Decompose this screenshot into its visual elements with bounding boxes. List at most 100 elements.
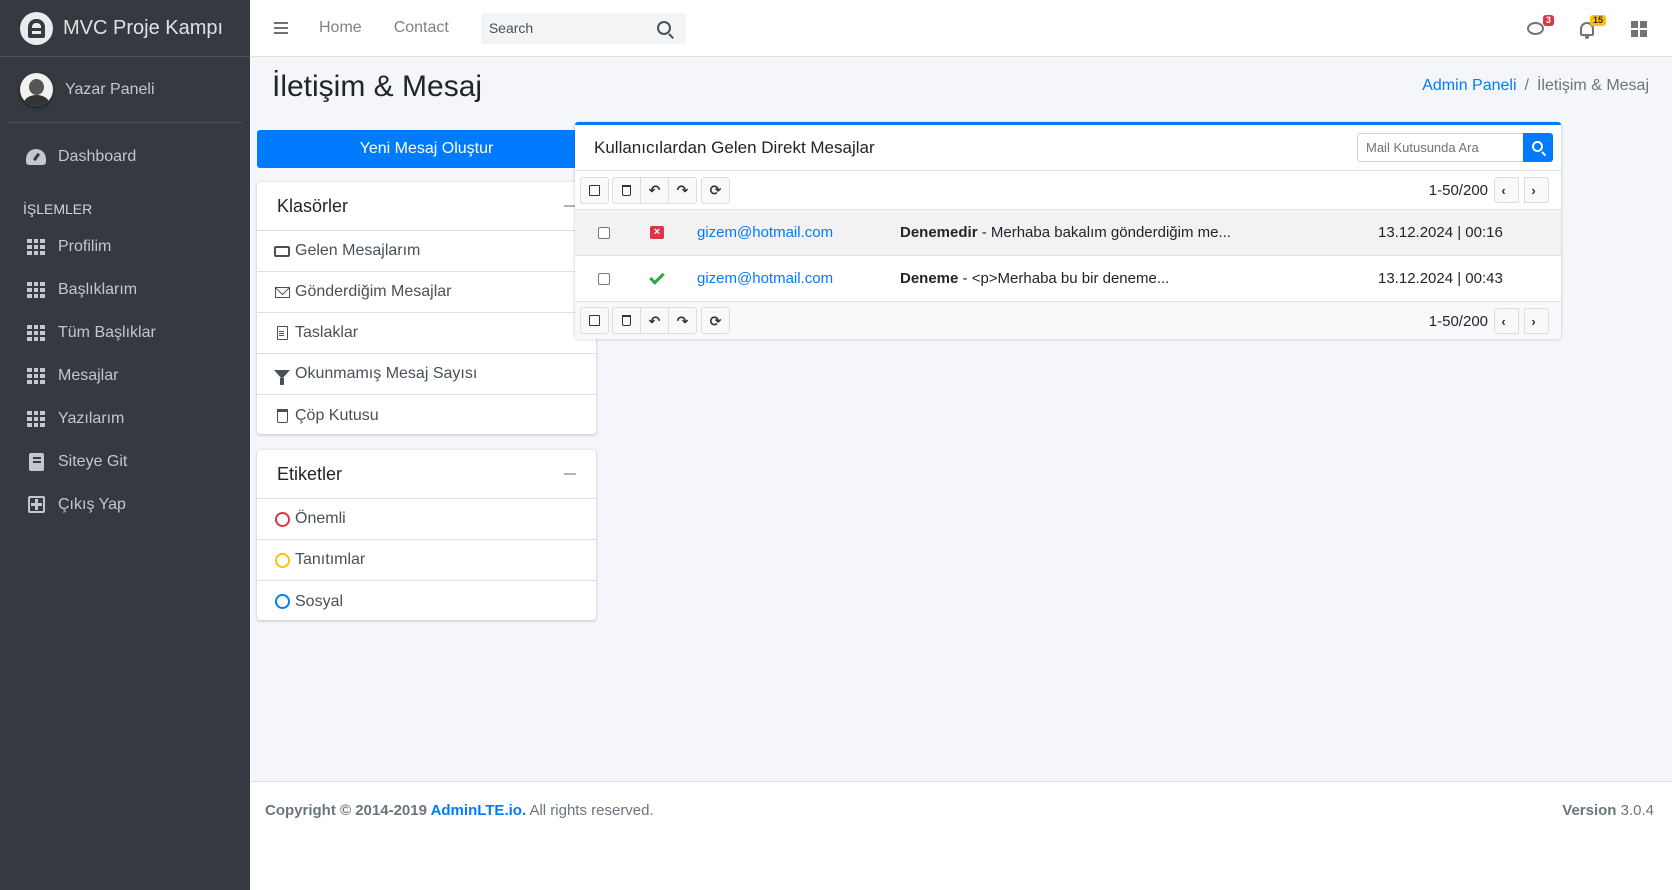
collapse-minus-icon[interactable] <box>564 473 576 475</box>
reply-button[interactable]: ↶ <box>640 307 669 334</box>
sidebar-item-yazilarim[interactable]: Yazılarım <box>8 398 242 439</box>
nav-link-home[interactable]: Home <box>319 19 362 37</box>
sidebar-item-label: Siteye Git <box>58 452 128 470</box>
forward-button[interactable]: ↷ <box>668 176 697 204</box>
reply-icon: ↶ <box>648 312 661 329</box>
label-promotions[interactable]: Tanıtımlar <box>257 540 596 581</box>
compose-button[interactable]: Yeni Mesaj Oluştur <box>257 130 596 168</box>
grid-icon <box>26 367 46 385</box>
trash-icon <box>622 184 631 196</box>
sidebar-item-label: Dashboard <box>58 147 137 165</box>
table-row[interactable]: × gizem@hotmail.com Denemedir - Merhaba … <box>575 209 1561 255</box>
refresh-button[interactable]: ⟳ <box>701 307 730 334</box>
folder-label: Gelen Mesajlarım <box>295 242 421 259</box>
labels-card-header: Etiketler <box>257 450 596 499</box>
file-icon <box>274 325 290 341</box>
folder-unread[interactable]: Okunmamış Mesaj Sayısı <box>257 354 596 395</box>
forward-button[interactable]: ↷ <box>668 307 697 334</box>
sidebar-item-mesajlar[interactable]: Mesajlar <box>8 355 242 396</box>
comments-icon <box>1526 22 1544 35</box>
grid-icon <box>26 238 46 256</box>
navbar-search-input[interactable] <box>480 20 651 36</box>
sidebar-item-label: Mesajlar <box>58 366 119 384</box>
messages-badge: 3 <box>1542 14 1554 26</box>
mail-subject-title: Denemedir <box>900 224 978 241</box>
circle-icon <box>274 511 290 527</box>
breadcrumb-link[interactable]: Admin Paneli <box>1422 77 1516 94</box>
label-text: Tanıtımlar <box>295 551 366 568</box>
menu-toggle-icon[interactable] <box>274 22 288 34</box>
row-checkbox[interactable] <box>598 272 610 285</box>
sidebar-item-basliklarim[interactable]: Başlıklarım <box>8 269 242 310</box>
envelope-icon <box>274 284 290 300</box>
square-icon <box>589 184 600 196</box>
grid-icon <box>26 281 46 299</box>
share-icon: ↷ <box>676 182 689 198</box>
label-important[interactable]: Önemli <box>257 499 596 540</box>
mailbox-card: Kullanıcılardan Gelen Direkt Mesajlar ↶ … <box>575 122 1561 339</box>
mail-sender[interactable]: gizem@hotmail.com <box>697 224 833 241</box>
refresh-icon: ⟳ <box>709 312 722 329</box>
label-social[interactable]: Sosyal <box>257 581 596 622</box>
folder-trash[interactable]: Çöp Kutusu <box>257 395 596 436</box>
delete-button[interactable] <box>612 307 641 334</box>
mailbox-toolbar-bottom: ↶ ↷ ⟳ 1-50/200 ‹ › <box>575 301 1561 339</box>
folder-sent[interactable]: Gönderdiğim Mesajlar <box>257 272 596 313</box>
brand-link[interactable]: MVC Proje Kampı <box>0 0 250 57</box>
sidebar-item-label: Çıkış Yap <box>58 495 126 513</box>
rights-text: All rights reserved. <box>526 802 654 819</box>
nav-link-contact[interactable]: Contact <box>394 19 449 37</box>
search-icon[interactable] <box>656 21 671 35</box>
version-label: Version <box>1562 802 1617 819</box>
sidebar-item-siteye-git[interactable]: Siteye Git <box>8 441 242 482</box>
sidebar-item-tum-basliklar[interactable]: Tüm Başlıklar <box>8 312 242 353</box>
folder-drafts[interactable]: Taslaklar <box>257 313 596 354</box>
pagination: 1-50/200 ‹ › <box>1429 177 1555 203</box>
refresh-button[interactable]: ⟳ <box>701 176 730 204</box>
mail-sender[interactable]: gizem@hotmail.com <box>697 270 833 287</box>
circle-icon <box>274 552 290 568</box>
mailbox-search-button[interactable] <box>1523 133 1553 162</box>
folder-inbox[interactable]: Gelen Mesajlarım <box>257 231 596 272</box>
circle-icon <box>274 594 290 610</box>
brand-logo-icon <box>20 11 53 45</box>
notifications-dropdown[interactable]: 15 <box>1576 14 1606 39</box>
folder-label: Okunmamış Mesaj Sayısı <box>295 365 478 382</box>
mail-date: 13.12.2024 | 00:43 <box>1378 270 1503 287</box>
status-unread-icon: × <box>650 226 664 240</box>
folders-card-header: Klasörler <box>257 182 596 231</box>
sidebar-item-dashboard[interactable]: Dashboard <box>8 136 242 177</box>
mailbox-search <box>1357 133 1553 162</box>
sidebar-item-profilim[interactable]: Profilim <box>8 226 242 267</box>
row-checkbox[interactable] <box>598 226 610 239</box>
square-icon <box>589 315 600 326</box>
reply-button[interactable]: ↶ <box>640 176 669 204</box>
footer-brand-link[interactable]: AdminLTE.io. <box>431 802 527 819</box>
chevron-left-icon: ‹ <box>1501 313 1506 329</box>
user-name: Yazar Paneli <box>65 80 155 98</box>
sidebar-item-label: Başlıklarım <box>58 280 138 298</box>
table-row[interactable]: gizem@hotmail.com Deneme - <p>Merhaba bu… <box>575 255 1561 301</box>
mailbox-header: Kullanıcılardan Gelen Direkt Mesajlar <box>575 125 1561 171</box>
sidebar-item-cikis-yap[interactable]: Çıkış Yap <box>8 484 242 525</box>
mail-subject: Denemedir - Merhaba bakalım gönderdiğim … <box>900 224 1231 241</box>
select-all-button[interactable] <box>580 307 609 334</box>
footer-copyright: Copyright © 2014-2019 AdminLTE.io. All r… <box>265 802 654 819</box>
mailbox-search-input[interactable] <box>1357 133 1523 162</box>
next-page-button[interactable]: › <box>1524 308 1549 334</box>
pagination-text: 1-50/200 <box>1428 312 1488 330</box>
search-icon <box>1531 141 1543 152</box>
top-navbar: Home Contact 3 15 <box>250 0 1672 57</box>
breadcrumb-active: İletişim & Mesaj <box>1536 77 1649 94</box>
delete-button[interactable] <box>612 176 641 204</box>
user-panel[interactable]: Yazar Paneli <box>8 57 242 123</box>
next-page-button[interactable]: › <box>1524 177 1549 203</box>
mail-preview: - Merhaba bakalım gönderdiğim me... <box>977 224 1231 241</box>
control-sidebar-toggle[interactable] <box>1628 19 1650 39</box>
prev-page-button[interactable]: ‹ <box>1494 308 1519 334</box>
messages-dropdown[interactable]: 3 <box>1524 14 1554 39</box>
prev-page-button[interactable]: ‹ <box>1494 177 1519 203</box>
sidebar-item-label: Yazılarım <box>58 409 125 427</box>
page-title: İletişim & Mesaj <box>272 70 483 103</box>
select-all-button[interactable] <box>580 176 609 204</box>
